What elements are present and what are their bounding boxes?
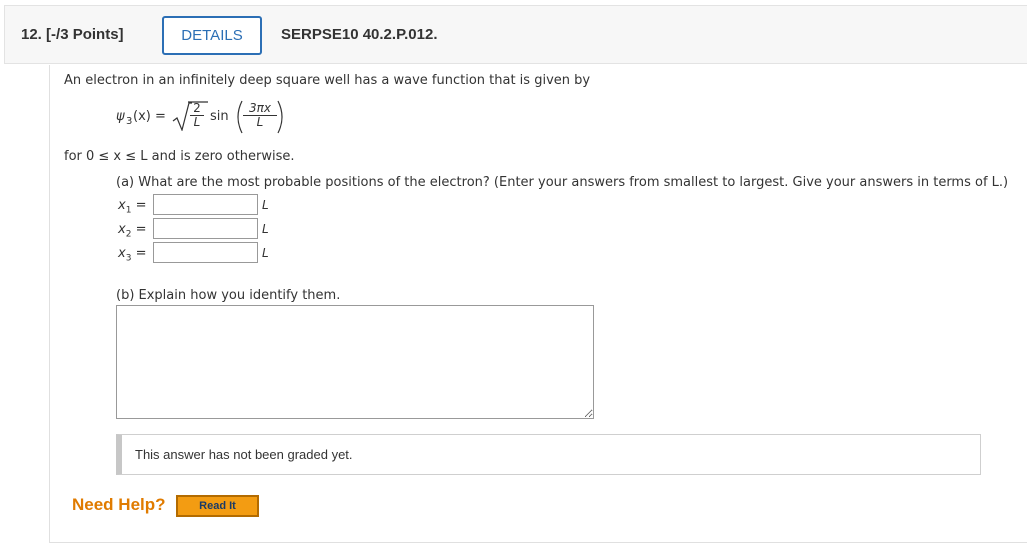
explanation-textarea[interactable] (116, 305, 594, 419)
x3-unit: L (262, 246, 269, 260)
x1-input[interactable] (153, 194, 258, 215)
details-button[interactable]: DETAILS (162, 16, 262, 55)
x2-label: x2 = (118, 222, 147, 240)
sqrt-fraction: 2 L (190, 102, 204, 129)
x1-unit: L (262, 198, 269, 212)
read-it-label: Read It (199, 500, 236, 512)
question-number: 12. (21, 26, 42, 43)
need-help-label: Need Help? (72, 495, 166, 514)
x3-input[interactable] (153, 242, 258, 263)
psi-subscript: 3 (126, 116, 133, 127)
sqrt-icon (172, 102, 192, 131)
right-paren-icon (277, 100, 283, 134)
question-title: 12. [-/3 Points] (21, 26, 124, 43)
sqrt-fraction-denominator: L (193, 115, 201, 129)
sin-argument-denominator: L (256, 115, 264, 129)
part-a-question: (a) What are the most probable positions… (116, 175, 1009, 190)
question-body: An electron in an infinitely deep square… (49, 65, 1027, 543)
problem-intro: An electron in an infinitely deep square… (64, 73, 591, 88)
psi-argument: (x) = (133, 109, 166, 124)
sin-argument-fraction: 3πx L (243, 102, 277, 129)
x3-label: x3 = (118, 246, 147, 264)
psi-symbol: ψ (116, 109, 125, 124)
grading-status-text: This answer has not been graded yet. (135, 447, 353, 462)
read-it-button[interactable]: Read It (176, 495, 259, 517)
grading-status-box: This answer has not been graded yet. (116, 434, 981, 475)
sin-label: sin (210, 109, 229, 124)
question-header: 12. [-/3 Points] DETAILS SERPSE10 40.2.P… (4, 5, 1027, 64)
part-b-question: (b) Explain how you identify them. (116, 288, 341, 303)
sin-argument-numerator: 3πx (249, 101, 271, 115)
wave-function-equation: ψ 3 (x) = 2 L sin 3πx L (116, 98, 366, 138)
x1-label: x1 = (118, 198, 147, 216)
x2-unit: L (262, 222, 269, 236)
question-points: [-/3 Points] (46, 26, 124, 43)
problem-condition: for 0 ≤ x ≤ L and is zero otherwise. (64, 149, 295, 164)
question-source: SERPSE10 40.2.P.012. (281, 26, 438, 43)
x2-input[interactable] (153, 218, 258, 239)
sqrt-fraction-numerator: 2 (193, 101, 201, 115)
